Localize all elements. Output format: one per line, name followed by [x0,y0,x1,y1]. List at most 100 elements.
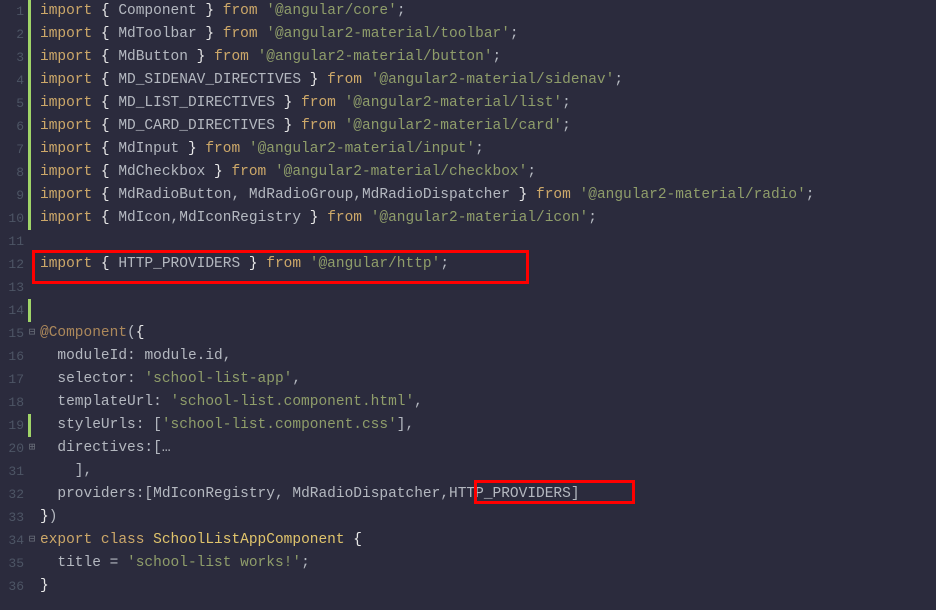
token-kw: import [40,187,92,203]
token-key: moduleId [57,348,127,364]
token-id: MdIconRegistry [179,210,301,226]
token-punc [292,95,301,111]
line-number: 5 [0,92,24,115]
token-punc [92,256,101,272]
token-br: } [188,141,197,157]
code-line[interactable]: selector: 'school-list-app', [36,368,936,391]
token-punc: : [153,394,170,410]
token-punc: ; [475,141,484,157]
token-kw: from [301,118,336,134]
token-kw: import [40,164,92,180]
token-punc [92,118,101,134]
code-line[interactable] [36,276,936,299]
token-str: '@angular2-material/card' [345,118,563,134]
code-line[interactable]: import { MD_LIST_DIRECTIVES } from '@ang… [36,92,936,115]
code-line[interactable]: import { MdInput } from '@angular2-mater… [36,138,936,161]
modification-indicator [28,299,31,322]
token-punc: ; [614,72,623,88]
code-line[interactable]: import { HTTP_PROVIDERS } from '@angular… [36,253,936,276]
fold-expand-icon[interactable]: ⊞ [28,437,36,460]
token-kw: class [101,532,145,548]
token-br: } [40,509,49,525]
token-punc [292,118,301,134]
token-punc: ; [588,210,597,226]
token-punc: ] [571,486,580,502]
token-punc [336,95,345,111]
code-line[interactable]: import { MD_CARD_DIRECTIVES } from '@ang… [36,115,936,138]
token-br: { [101,187,110,203]
token-id: MdRadioButton [118,187,231,203]
token-id: Component [118,3,196,19]
line-number: 15 [0,322,24,345]
code-line[interactable]: @Component({ [36,322,936,345]
code-line[interactable]: import { MdButton } from '@angular2-mate… [36,46,936,69]
code-line[interactable]: import { MdCheckbox } from '@angular2-ma… [36,161,936,184]
token-punc: :[ [136,486,153,502]
token-punc [40,486,57,502]
token-id: MdRadioDispatcher [362,187,510,203]
token-br: } [205,26,214,42]
token-br: { [101,256,110,272]
code-line[interactable]: import { MdToolbar } from '@angular2-mat… [36,23,936,46]
token-str: '@angular/core' [266,3,397,19]
token-punc: ( [127,325,136,341]
line-number: 2 [0,23,24,46]
token-punc: ; [510,26,519,42]
token-punc [92,49,101,65]
token-punc [179,141,188,157]
code-line[interactable] [36,299,936,322]
token-br: { [101,164,110,180]
token-id: id [205,348,222,364]
code-line[interactable]: styleUrls: ['school-list.component.css']… [36,414,936,437]
token-str: '@angular2-material/icon' [371,210,589,226]
token-kw: from [223,26,258,42]
token-punc: ], [40,463,92,479]
token-punc: , [231,187,248,203]
code-editor[interactable]: 1234567891011121314151617181920313233343… [0,0,936,610]
token-punc [275,95,284,111]
token-punc [301,210,310,226]
token-punc [258,26,267,42]
token-kw: from [266,256,301,272]
token-str: 'school-list-app' [144,371,292,387]
token-punc [214,3,223,19]
token-kw: from [301,95,336,111]
code-line[interactable]: templateUrl: 'school-list.component.html… [36,391,936,414]
code-line[interactable]: import { Component } from '@angular/core… [36,0,936,23]
token-br: { [101,72,110,88]
token-punc: ; [493,49,502,65]
line-number: 35 [0,552,24,575]
token-punc: , [275,486,292,502]
code-line[interactable]: moduleId: module.id, [36,345,936,368]
fold-collapse-icon[interactable]: ⊟ [28,529,36,552]
token-br: { [136,325,145,341]
code-line[interactable]: title = 'school-list works!'; [36,552,936,575]
token-id: title [57,555,101,571]
code-line[interactable]: } [36,575,936,598]
modification-indicator [28,138,31,161]
code-line[interactable]: import { MdIcon,MdIconRegistry } from '@… [36,207,936,230]
token-punc: = [101,555,127,571]
token-br: { [101,26,110,42]
code-line[interactable]: providers:[MdIconRegistry, MdRadioDispat… [36,483,936,506]
line-number: 33 [0,506,24,529]
token-punc: , [414,394,423,410]
code-line[interactable]: }) [36,506,936,529]
token-punc: ; [527,164,536,180]
line-number: 31 [0,460,24,483]
fold-collapse-icon[interactable]: ⊟ [28,322,36,345]
token-str: 'school-list.component.css' [162,417,397,433]
token-id: HTTP_PROVIDERS [118,256,240,272]
code-line[interactable]: ], [36,460,936,483]
token-punc: ; [440,256,449,272]
token-key: directives [57,440,144,456]
code-line[interactable]: import { MdRadioButton, MdRadioGroup,MdR… [36,184,936,207]
token-str: '@angular2-material/input' [249,141,475,157]
code-line[interactable] [36,230,936,253]
line-number: 36 [0,575,24,598]
token-punc [40,371,57,387]
code-lines[interactable]: import { Component } from '@angular/core… [36,0,936,610]
code-line[interactable]: import { MD_SIDENAV_DIRECTIVES } from '@… [36,69,936,92]
code-line[interactable]: directives:[… [36,437,936,460]
code-line[interactable]: export class SchoolListAppComponent { [36,529,936,552]
